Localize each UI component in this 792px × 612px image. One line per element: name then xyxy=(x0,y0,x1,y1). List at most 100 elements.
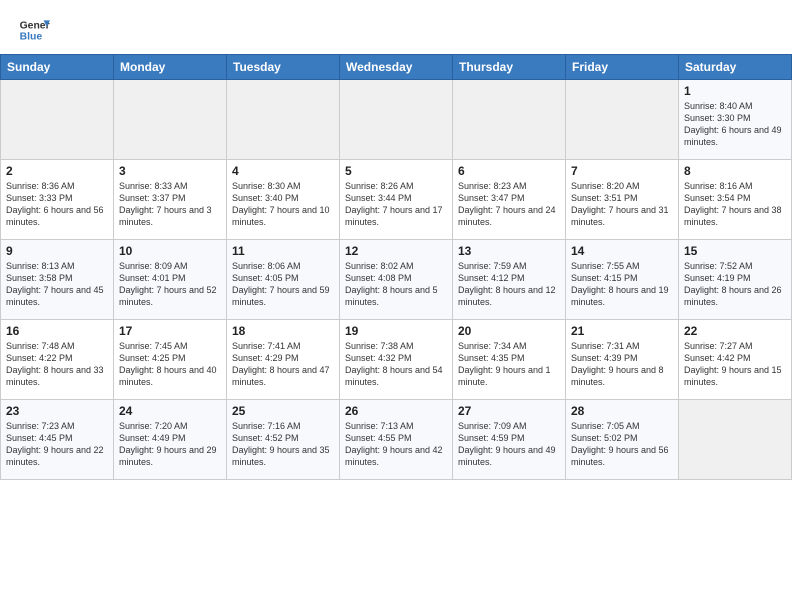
day-cell: 1 Sunrise: 8:40 AM Sunset: 3:30 PM Daylig… xyxy=(679,80,792,160)
day-info: Sunrise: 8:06 AM Sunset: 4:05 PM Dayligh… xyxy=(232,260,334,309)
day-number: 26 xyxy=(345,404,447,418)
calendar-table: SundayMondayTuesdayWednesdayThursdayFrid… xyxy=(0,54,792,480)
day-number: 16 xyxy=(6,324,108,338)
weekday-tuesday: Tuesday xyxy=(227,55,340,80)
day-cell: 7 Sunrise: 8:20 AM Sunset: 3:51 PM Daylig… xyxy=(566,160,679,240)
day-number: 13 xyxy=(458,244,560,258)
day-number: 25 xyxy=(232,404,334,418)
day-cell xyxy=(566,80,679,160)
day-cell: 26 Sunrise: 7:13 AM Sunset: 4:55 PM Dayli… xyxy=(340,400,453,480)
day-number: 3 xyxy=(119,164,221,178)
day-info: Sunrise: 7:27 AM Sunset: 4:42 PM Dayligh… xyxy=(684,340,786,389)
day-info: Sunrise: 8:16 AM Sunset: 3:54 PM Dayligh… xyxy=(684,180,786,229)
day-cell: 25 Sunrise: 7:16 AM Sunset: 4:52 PM Dayli… xyxy=(227,400,340,480)
day-number: 6 xyxy=(458,164,560,178)
day-number: 28 xyxy=(571,404,673,418)
day-cell: 19 Sunrise: 7:38 AM Sunset: 4:32 PM Dayli… xyxy=(340,320,453,400)
day-number: 14 xyxy=(571,244,673,258)
day-cell: 14 Sunrise: 7:55 AM Sunset: 4:15 PM Dayli… xyxy=(566,240,679,320)
day-cell: 24 Sunrise: 7:20 AM Sunset: 4:49 PM Dayli… xyxy=(114,400,227,480)
logo: General Blue xyxy=(18,14,54,46)
day-cell xyxy=(227,80,340,160)
week-row-4: 16 Sunrise: 7:48 AM Sunset: 4:22 PM Dayli… xyxy=(1,320,792,400)
day-cell: 20 Sunrise: 7:34 AM Sunset: 4:35 PM Dayli… xyxy=(453,320,566,400)
day-info: Sunrise: 8:13 AM Sunset: 3:58 PM Dayligh… xyxy=(6,260,108,309)
day-info: Sunrise: 7:23 AM Sunset: 4:45 PM Dayligh… xyxy=(6,420,108,469)
day-number: 27 xyxy=(458,404,560,418)
day-cell: 18Sunrise: 7:41 AM Sunset: 4:29 PM Dayli… xyxy=(227,320,340,400)
day-cell: 27 Sunrise: 7:09 AM Sunset: 4:59 PM Dayli… xyxy=(453,400,566,480)
day-cell: 13 Sunrise: 7:59 AM Sunset: 4:12 PM Dayli… xyxy=(453,240,566,320)
day-cell: 9 Sunrise: 8:13 AM Sunset: 3:58 PM Daylig… xyxy=(1,240,114,320)
logo-icon: General Blue xyxy=(18,14,50,46)
day-number: 8 xyxy=(684,164,786,178)
day-number: 4 xyxy=(232,164,334,178)
day-info: Sunrise: 8:26 AM Sunset: 3:44 PM Dayligh… xyxy=(345,180,447,229)
day-info: Sunrise: 7:05 AM Sunset: 5:02 PM Dayligh… xyxy=(571,420,673,469)
day-info: Sunrise: 7:48 AM Sunset: 4:22 PM Dayligh… xyxy=(6,340,108,389)
day-cell xyxy=(340,80,453,160)
day-cell: 4 Sunrise: 8:30 AM Sunset: 3:40 PM Daylig… xyxy=(227,160,340,240)
day-cell: 8 Sunrise: 8:16 AM Sunset: 3:54 PM Daylig… xyxy=(679,160,792,240)
day-number: 7 xyxy=(571,164,673,178)
day-info: Sunrise: 8:30 AM Sunset: 3:40 PM Dayligh… xyxy=(232,180,334,229)
weekday-friday: Friday xyxy=(566,55,679,80)
day-info: Sunrise: 8:36 AM Sunset: 3:33 PM Dayligh… xyxy=(6,180,108,229)
day-cell: 11 Sunrise: 8:06 AM Sunset: 4:05 PM Dayli… xyxy=(227,240,340,320)
day-number: 21 xyxy=(571,324,673,338)
day-number: 19 xyxy=(345,324,447,338)
day-info: Sunrise: 8:23 AM Sunset: 3:47 PM Dayligh… xyxy=(458,180,560,229)
day-cell: 28 Sunrise: 7:05 AM Sunset: 5:02 PM Dayli… xyxy=(566,400,679,480)
day-cell: 10 Sunrise: 8:09 AM Sunset: 4:01 PM Dayli… xyxy=(114,240,227,320)
weekday-sunday: Sunday xyxy=(1,55,114,80)
day-info: Sunrise: 7:41 AM Sunset: 4:29 PM Dayligh… xyxy=(232,340,334,389)
weekday-thursday: Thursday xyxy=(453,55,566,80)
day-info: Sunrise: 8:40 AM Sunset: 3:30 PM Dayligh… xyxy=(684,100,786,149)
day-cell xyxy=(114,80,227,160)
day-cell: 17 Sunrise: 7:45 AM Sunset: 4:25 PM Dayli… xyxy=(114,320,227,400)
day-info: Sunrise: 7:45 AM Sunset: 4:25 PM Dayligh… xyxy=(119,340,221,389)
header: General Blue xyxy=(0,0,792,54)
day-info: Sunrise: 7:31 AM Sunset: 4:39 PM Dayligh… xyxy=(571,340,673,389)
day-info: Sunrise: 7:09 AM Sunset: 4:59 PM Dayligh… xyxy=(458,420,560,469)
day-cell xyxy=(453,80,566,160)
page: General Blue SundayMondayTuesdayWednesda… xyxy=(0,0,792,612)
day-number: 15 xyxy=(684,244,786,258)
day-info: Sunrise: 7:16 AM Sunset: 4:52 PM Dayligh… xyxy=(232,420,334,469)
day-info: Sunrise: 7:59 AM Sunset: 4:12 PM Dayligh… xyxy=(458,260,560,309)
day-cell: 16 Sunrise: 7:48 AM Sunset: 4:22 PM Dayli… xyxy=(1,320,114,400)
day-cell: 21 Sunrise: 7:31 AM Sunset: 4:39 PM Dayli… xyxy=(566,320,679,400)
day-info: Sunrise: 7:13 AM Sunset: 4:55 PM Dayligh… xyxy=(345,420,447,469)
svg-text:Blue: Blue xyxy=(20,32,43,43)
day-info: Sunrise: 8:20 AM Sunset: 3:51 PM Dayligh… xyxy=(571,180,673,229)
week-row-3: 9 Sunrise: 8:13 AM Sunset: 3:58 PM Daylig… xyxy=(1,240,792,320)
day-number: 20 xyxy=(458,324,560,338)
week-row-1: 1 Sunrise: 8:40 AM Sunset: 3:30 PM Daylig… xyxy=(1,80,792,160)
weekday-saturday: Saturday xyxy=(679,55,792,80)
day-number: 11 xyxy=(232,244,334,258)
day-number: 2 xyxy=(6,164,108,178)
day-number: 22 xyxy=(684,324,786,338)
day-info: Sunrise: 8:09 AM Sunset: 4:01 PM Dayligh… xyxy=(119,260,221,309)
day-number: 17 xyxy=(119,324,221,338)
day-info: Sunrise: 7:52 AM Sunset: 4:19 PM Dayligh… xyxy=(684,260,786,309)
day-number: 9 xyxy=(6,244,108,258)
day-number: 24 xyxy=(119,404,221,418)
day-info: Sunrise: 8:33 AM Sunset: 3:37 PM Dayligh… xyxy=(119,180,221,229)
day-number: 1 xyxy=(684,84,786,98)
week-row-2: 2 Sunrise: 8:36 AM Sunset: 3:33 PM Daylig… xyxy=(1,160,792,240)
day-info: Sunrise: 7:55 AM Sunset: 4:15 PM Dayligh… xyxy=(571,260,673,309)
day-number: 12 xyxy=(345,244,447,258)
day-info: Sunrise: 7:20 AM Sunset: 4:49 PM Dayligh… xyxy=(119,420,221,469)
day-cell: 6 Sunrise: 8:23 AM Sunset: 3:47 PM Daylig… xyxy=(453,160,566,240)
day-cell xyxy=(1,80,114,160)
day-info: Sunrise: 7:34 AM Sunset: 4:35 PM Dayligh… xyxy=(458,340,560,389)
day-info: Sunrise: 7:38 AM Sunset: 4:32 PM Dayligh… xyxy=(345,340,447,389)
day-cell: 22 Sunrise: 7:27 AM Sunset: 4:42 PM Dayli… xyxy=(679,320,792,400)
day-number: 5 xyxy=(345,164,447,178)
day-number: 10 xyxy=(119,244,221,258)
day-cell: 3 Sunrise: 8:33 AM Sunset: 3:37 PM Daylig… xyxy=(114,160,227,240)
weekday-monday: Monday xyxy=(114,55,227,80)
weekday-wednesday: Wednesday xyxy=(340,55,453,80)
day-cell: 5 Sunrise: 8:26 AM Sunset: 3:44 PM Daylig… xyxy=(340,160,453,240)
